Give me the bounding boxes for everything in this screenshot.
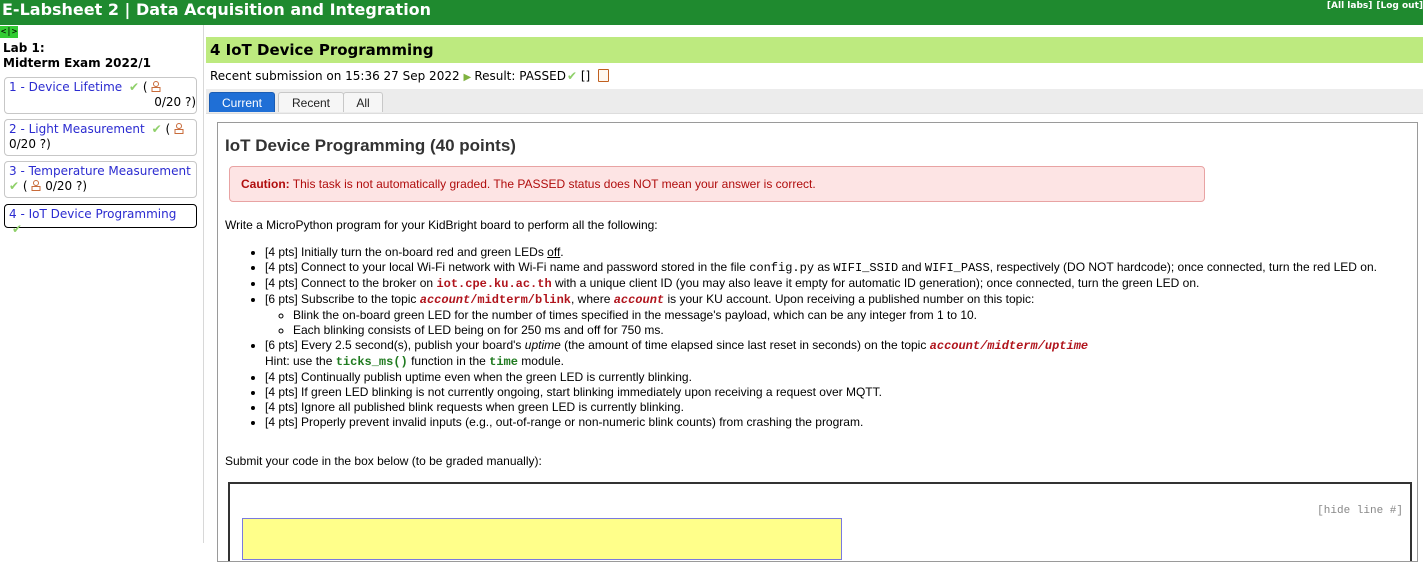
score-text: 0/20 ?) <box>154 95 196 109</box>
submission-status: Recent submission on 15:36 27 Sep 2022 ▶… <box>210 68 610 86</box>
check-icon: ✔ <box>129 80 140 94</box>
tab-current[interactable]: Current <box>209 92 275 112</box>
score-text: 0/20 ?) <box>45 179 88 193</box>
task-content: IoT Device Programming (40 points) Cauti… <box>217 122 1418 562</box>
submit-instructions: Submit your code in the box below (to be… <box>225 454 542 468</box>
play-icon: ▶ <box>463 72 475 83</box>
caution-label: Caution: <box>241 177 290 191</box>
list-item: [6 pts] Subscribe to the topic account/m… <box>265 292 1410 338</box>
list-item: [4 pts] Initially turn the on-board red … <box>265 245 1410 260</box>
list-item: [4 pts] Ignore all published blink reque… <box>265 400 1410 415</box>
check-icon: ✔ <box>9 179 20 193</box>
check-icon: ✔ <box>566 69 578 83</box>
score-open: ( <box>165 122 171 136</box>
list-item: [4 pts] If green LED blinking is not cur… <box>265 385 1410 400</box>
check-icon: ✔ <box>151 122 162 136</box>
list-item: Each blinking consists of LED being on f… <box>293 323 1410 338</box>
top-links: [All labs] [Log out] <box>1323 1 1423 11</box>
sidebar-toggle-button[interactable]: <|> <box>0 26 18 38</box>
lab-title-line2: Midterm Exam 2022/1 <box>3 56 151 70</box>
sidebar-item-light-measurement[interactable]: 2 - Light Measurement ✔ ( 0/20 ?) <box>4 119 197 156</box>
list-item: [4 pts] Connect to your local Wi-Fi netw… <box>265 260 1410 276</box>
app-title: E-Labsheet 2 | Data Acquisition and Inte… <box>2 0 432 19</box>
score-open: ( <box>142 80 148 94</box>
hide-line-toggle[interactable]: [hide line #] <box>1317 505 1403 517</box>
list-item: [4 pts] Continually publish uptime even … <box>265 370 1410 385</box>
check-icon: ✔ <box>12 222 23 236</box>
lab-title-line1: Lab 1: <box>3 41 45 55</box>
code-editor: [hide line #] <box>228 482 1412 561</box>
score-open: ( <box>22 179 28 193</box>
all-labs-link[interactable]: [All labs] <box>1327 1 1372 11</box>
clipboard-icon[interactable] <box>598 69 610 82</box>
sidebar-item-label[interactable]: 4 - IoT Device Programming <box>9 207 176 221</box>
sidebar-item-label[interactable]: 2 - Light Measurement <box>9 122 145 136</box>
result-text: Result: PASSED <box>474 69 566 83</box>
caution-alert: Caution: This task is not automatically … <box>229 166 1205 202</box>
tab-recent[interactable]: Recent <box>278 92 344 112</box>
sidebar-item-temperature-measurement[interactable]: 3 - Temperature Measurement ✔ ( 0/20 ?) <box>4 161 197 198</box>
lab-title: Lab 1: Midterm Exam 2022/1 <box>3 41 151 71</box>
requirements-list: [4 pts] Initially turn the on-board red … <box>225 245 1410 430</box>
sidebar-item-label[interactable]: 1 - Device Lifetime <box>9 80 122 94</box>
person-icon <box>151 81 161 92</box>
list-item: [4 pts] Connect to the broker on iot.cpe… <box>265 276 1410 292</box>
sidebar-item-device-lifetime[interactable]: 1 - Device Lifetime ✔ ( 0/20 ?) <box>4 77 197 114</box>
tab-bar: Current Recent All <box>206 89 1423 114</box>
task-intro: Write a MicroPython program for your Kid… <box>225 218 658 232</box>
person-icon <box>174 123 184 134</box>
caution-text: This task is not automatically graded. T… <box>289 177 816 191</box>
sidebar-divider <box>203 25 204 543</box>
submission-time: Recent submission on 15:36 27 Sep 2022 <box>210 69 460 83</box>
brackets-text: [] <box>580 69 591 83</box>
list-item: [6 pts] Every 2.5 second(s), publish you… <box>265 338 1410 370</box>
code-input[interactable] <box>242 518 842 560</box>
sidebar-item-label[interactable]: 3 - Temperature Measurement <box>9 164 191 178</box>
top-bar: E-Labsheet 2 | Data Acquisition and Inte… <box>0 0 1423 25</box>
sidebar-item-iot-device-programming[interactable]: 4 - IoT Device Programming ✔ <box>4 204 197 236</box>
logout-link[interactable]: [Log out] <box>1376 1 1423 11</box>
person-icon <box>31 180 41 191</box>
main-panel: 4 IoT Device Programming Recent submissi… <box>206 25 1423 562</box>
task-header: 4 IoT Device Programming <box>206 37 1423 63</box>
tab-all[interactable]: All <box>343 92 383 112</box>
list-item: [4 pts] Properly prevent invalid inputs … <box>265 415 1410 430</box>
sidebar: Lab 1: Midterm Exam 2022/1 1 - Device Li… <box>0 38 203 543</box>
task-heading: IoT Device Programming (40 points) <box>225 136 516 155</box>
score-text: 0/20 ?) <box>9 137 51 151</box>
list-item: Blink the on-board green LED for the num… <box>293 308 1410 323</box>
